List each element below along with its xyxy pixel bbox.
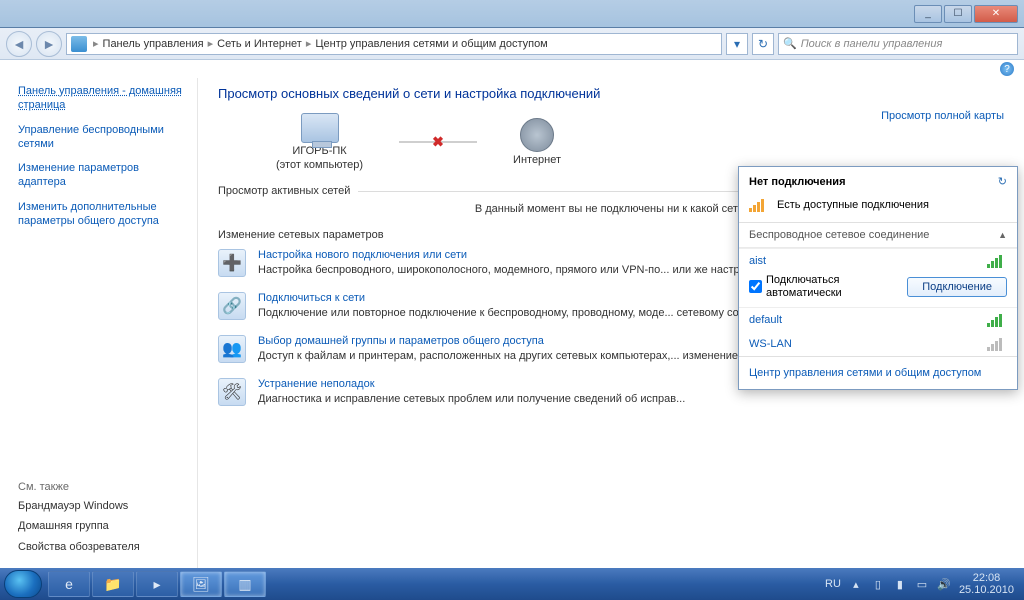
tray-flag-icon[interactable]: ▯ [871, 577, 885, 591]
wifi-network-default[interactable]: default [739, 308, 1017, 332]
taskbar-explorer[interactable]: 📁 [92, 571, 134, 597]
wifi-network-center-link[interactable]: Центр управления сетями и общим доступом [749, 367, 981, 379]
taskbar-app1[interactable]: 🖼 [180, 571, 222, 597]
homegroup-icon: 👥 [218, 335, 246, 363]
search-icon: 🔍 [783, 37, 797, 50]
wifi-network-name: aist [749, 255, 766, 267]
search-input[interactable]: 🔍 Поиск в панели управления [778, 33, 1018, 55]
task-troubleshoot-link[interactable]: Устранение неполадок [258, 378, 685, 390]
chevron-up-icon: ▲ [998, 230, 1007, 240]
window-titlebar: _ ☐ ✕ [0, 0, 1024, 28]
taskbar-app2[interactable]: ▥ [224, 571, 266, 597]
internet-label: Интернет [513, 154, 561, 166]
address-dropdown-button[interactable]: ▾ [726, 33, 748, 55]
signal-available-icon [749, 198, 769, 212]
new-connection-icon: ➕ [218, 249, 246, 277]
node-internet: Интернет [513, 118, 561, 166]
search-placeholder: Поиск в панели управления [801, 38, 943, 50]
wifi-network-wslan[interactable]: WS-LAN [739, 332, 1017, 356]
wifi-auto-checkbox[interactable] [749, 280, 762, 293]
connect-icon: 🔗 [218, 292, 246, 320]
minimize-button[interactable]: _ [914, 5, 942, 23]
system-tray: RU ▴ ▯ ▮ ▭ 🔊 22:08 25.10.2010 [825, 572, 1020, 596]
maximize-button[interactable]: ☐ [944, 5, 972, 23]
close-button[interactable]: ✕ [974, 5, 1018, 23]
control-panel-icon [71, 36, 87, 52]
back-button[interactable]: ◄ [6, 31, 32, 57]
see-also-browser[interactable]: Свойства обозревателя [18, 540, 189, 554]
full-map-link[interactable]: Просмотр полной карты [881, 110, 1004, 122]
see-also-homegroup[interactable]: Домашняя группа [18, 519, 189, 533]
wifi-flyout: Нет подключения ↻ Есть доступные подключ… [738, 166, 1018, 390]
wifi-category[interactable]: Беспроводное сетевое соединение ▲ [739, 223, 1017, 248]
sidebar-link-adapter[interactable]: Изменение параметров адаптера [18, 161, 189, 190]
wifi-network-name: WS-LAN [749, 338, 792, 350]
wifi-auto-connect[interactable]: Подключаться автоматически [749, 274, 901, 299]
taskbar-ie[interactable]: e [48, 571, 90, 597]
tray-clock[interactable]: 22:08 25.10.2010 [959, 572, 1014, 596]
node-this-pc: ИГОРЬ-ПК (этот компьютер) [276, 113, 363, 171]
tray-up-icon[interactable]: ▴ [849, 577, 863, 591]
help-row: ? [0, 60, 1024, 78]
page-title: Просмотр основных сведений о сети и наст… [218, 86, 1004, 101]
wifi-available-label: Есть доступные подключения [777, 199, 929, 211]
troubleshoot-icon: 🛠 [218, 378, 246, 406]
tray-battery-icon[interactable]: ▭ [915, 577, 929, 591]
language-indicator[interactable]: RU [825, 578, 841, 590]
wifi-network-aist[interactable]: aist Подключаться автоматически Подключе… [739, 248, 1017, 308]
sidebar-link-sharing[interactable]: Изменить дополнительные параметры общего… [18, 200, 189, 229]
signal-strong-icon [987, 313, 1007, 327]
crumb-network-internet[interactable]: Сеть и Интернет [215, 38, 304, 50]
wifi-no-connection-label: Нет подключения [749, 176, 846, 188]
sidebar-link-wireless[interactable]: Управление беспроводными сетями [18, 123, 189, 152]
wifi-network-name: default [749, 314, 782, 326]
signal-strong-icon [987, 254, 1007, 268]
help-icon[interactable]: ? [1000, 62, 1014, 76]
sidebar-home-link[interactable]: Панель управления - домашняя страница [18, 84, 189, 113]
wifi-refresh-icon[interactable]: ↻ [998, 175, 1007, 188]
crumb-network-center[interactable]: Центр управления сетями и общим доступом [313, 38, 549, 50]
signal-weak-icon [987, 337, 1007, 351]
crumb-control-panel[interactable]: Панель управления [101, 38, 206, 50]
refresh-button[interactable]: ↻ [752, 33, 774, 55]
task-troubleshoot-desc: Диагностика и исправление сетевых пробле… [258, 392, 685, 407]
pc-icon [301, 113, 339, 143]
tray-volume-icon[interactable]: 🔊 [937, 577, 951, 591]
address-row: ◄ ► ▸ Панель управления ▸ Сеть и Интерне… [0, 28, 1024, 60]
globe-icon [520, 118, 554, 152]
taskbar-media[interactable]: ▸ [136, 571, 178, 597]
taskbar: e 📁 ▸ 🖼 ▥ RU ▴ ▯ ▮ ▭ 🔊 22:08 25.10.2010 [0, 568, 1024, 600]
connection-broken-icon: ✖ [399, 141, 477, 143]
sidebar: Панель управления - домашняя страница Уп… [0, 78, 198, 568]
pc-subtitle: (этот компьютер) [276, 159, 363, 171]
see-also-heading: См. также [18, 481, 189, 493]
tray-network-icon[interactable]: ▮ [893, 577, 907, 591]
wifi-connect-button[interactable]: Подключение [907, 277, 1007, 297]
see-also-firewall[interactable]: Брандмауэр Windows [18, 499, 189, 513]
forward-button[interactable]: ► [36, 31, 62, 57]
start-button[interactable] [4, 570, 42, 598]
breadcrumb[interactable]: ▸ Панель управления ▸ Сеть и Интернет ▸ … [66, 33, 722, 55]
